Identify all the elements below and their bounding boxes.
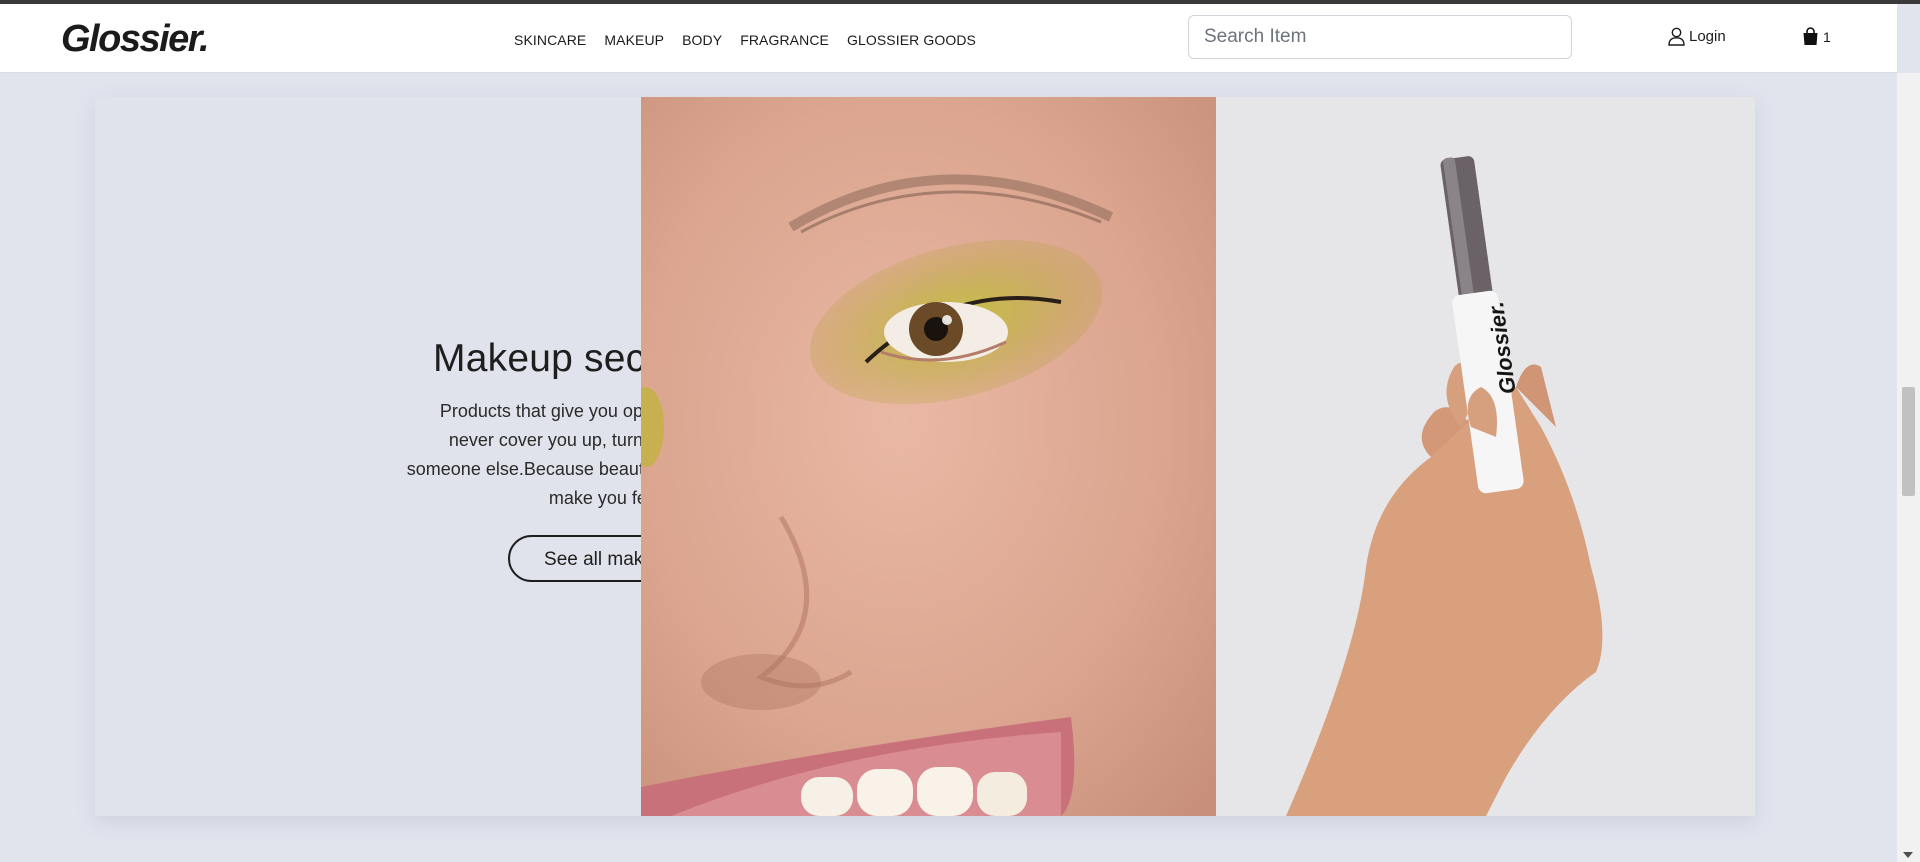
makeup-hero: Makeup second Products that give you opt… bbox=[95, 97, 1755, 816]
page-scrollbar[interactable] bbox=[1897, 73, 1920, 862]
login-button[interactable]: Login bbox=[1668, 27, 1726, 46]
cart-count: 1 bbox=[1823, 28, 1831, 45]
nav-item-glossier-goods[interactable]: GLOSSIER GOODS bbox=[847, 32, 976, 48]
nav-item-makeup[interactable]: MAKEUP bbox=[604, 32, 664, 48]
cart-button[interactable]: 1 bbox=[1802, 27, 1831, 46]
brand-logo[interactable]: Glossier. bbox=[61, 18, 210, 61]
search-input[interactable] bbox=[1188, 15, 1572, 59]
nav-item-body[interactable]: BODY bbox=[682, 32, 722, 48]
shopping-bag-icon bbox=[1803, 27, 1818, 45]
scroll-down-arrow-icon[interactable] bbox=[1903, 852, 1913, 858]
user-icon bbox=[1668, 27, 1685, 46]
mascara-hand-illustration: Glossier. bbox=[1286, 156, 1603, 816]
face-closeup-illustration bbox=[641, 97, 1216, 816]
site-header: Glossier. SKINCARE MAKEUP BODY FRAGRANCE… bbox=[0, 4, 1897, 73]
nav-item-skincare[interactable]: SKINCARE bbox=[514, 32, 586, 48]
face-closeup-image bbox=[641, 97, 1216, 816]
nav-item-fragrance[interactable]: FRAGRANCE bbox=[740, 32, 829, 48]
main-nav: SKINCARE MAKEUP BODY FRAGRANCE GLOSSIER … bbox=[514, 32, 976, 48]
scrollbar-thumb[interactable] bbox=[1902, 387, 1915, 496]
product-hand-image: Glossier. bbox=[1216, 97, 1755, 816]
login-label: Login bbox=[1689, 28, 1726, 45]
